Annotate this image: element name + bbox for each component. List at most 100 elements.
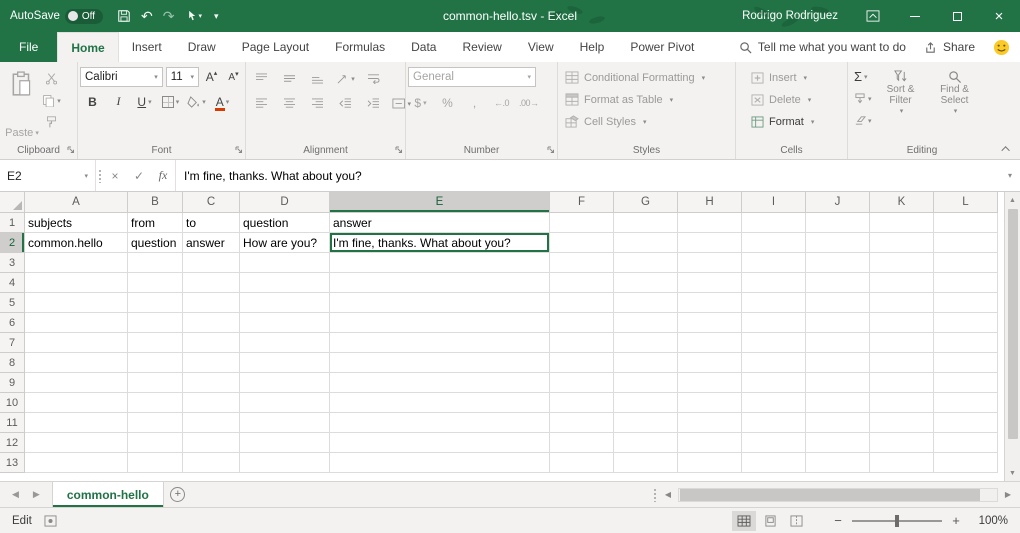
cell-C12[interactable] bbox=[183, 433, 240, 453]
cell-H12[interactable] bbox=[678, 433, 742, 453]
cell-I11[interactable] bbox=[742, 413, 806, 433]
cell-H11[interactable] bbox=[678, 413, 742, 433]
cell-C1[interactable]: to bbox=[183, 213, 240, 233]
cell-B8[interactable] bbox=[128, 353, 183, 373]
column-header-J[interactable]: J bbox=[806, 192, 870, 213]
cell-H5[interactable] bbox=[678, 293, 742, 313]
cell-F3[interactable] bbox=[550, 253, 614, 273]
paste-button[interactable]: Paste▾ bbox=[2, 65, 42, 143]
tab-help[interactable]: Help bbox=[567, 32, 618, 62]
cell-D4[interactable] bbox=[240, 273, 330, 293]
cell-G7[interactable] bbox=[614, 333, 678, 353]
cell-D9[interactable] bbox=[240, 373, 330, 393]
select-all-corner[interactable] bbox=[0, 192, 25, 213]
cell-E12[interactable] bbox=[330, 433, 550, 453]
cell-J1[interactable] bbox=[806, 213, 870, 233]
cell-G10[interactable] bbox=[614, 393, 678, 413]
customize-qat-button[interactable]: ▾ bbox=[212, 11, 219, 22]
scroll-up-arrow[interactable]: ▲ bbox=[1005, 192, 1020, 208]
cell-L9[interactable] bbox=[934, 373, 998, 393]
cell-I12[interactable] bbox=[742, 433, 806, 453]
cell-K8[interactable] bbox=[870, 353, 934, 373]
cell-C10[interactable] bbox=[183, 393, 240, 413]
cell-B10[interactable] bbox=[128, 393, 183, 413]
cell-L12[interactable] bbox=[934, 433, 998, 453]
cell-B5[interactable] bbox=[128, 293, 183, 313]
cell-D1[interactable]: question bbox=[240, 213, 330, 233]
row-header-12[interactable]: 12 bbox=[0, 433, 25, 453]
expand-formula-bar-button[interactable]: ▾ bbox=[1000, 160, 1020, 191]
cell-K6[interactable] bbox=[870, 313, 934, 333]
cell-G12[interactable] bbox=[614, 433, 678, 453]
cell-J4[interactable] bbox=[806, 273, 870, 293]
column-header-I[interactable]: I bbox=[742, 192, 806, 213]
format-cells-button[interactable]: Format▾ bbox=[746, 111, 845, 132]
cell-C5[interactable] bbox=[183, 293, 240, 313]
sheet-tab-common-hello[interactable]: common-hello bbox=[52, 482, 164, 507]
row-header-4[interactable]: 4 bbox=[0, 273, 25, 293]
cell-I2[interactable] bbox=[742, 233, 806, 253]
autosum-button[interactable]: Σ▾ bbox=[850, 67, 872, 86]
cell-K3[interactable] bbox=[870, 253, 934, 273]
cell-C6[interactable] bbox=[183, 313, 240, 333]
cell-I13[interactable] bbox=[742, 453, 806, 473]
cell-A3[interactable] bbox=[25, 253, 128, 273]
italic-button[interactable]: I bbox=[109, 92, 128, 111]
zoom-level[interactable]: 100% bbox=[972, 515, 1008, 527]
cell-A2[interactable]: common.hello bbox=[25, 233, 128, 253]
percent-style-button[interactable]: % bbox=[438, 93, 457, 112]
cell-L8[interactable] bbox=[934, 353, 998, 373]
cell-G3[interactable] bbox=[614, 253, 678, 273]
cell-B7[interactable] bbox=[128, 333, 183, 353]
cell-F1[interactable] bbox=[550, 213, 614, 233]
cell-H10[interactable] bbox=[678, 393, 742, 413]
middle-align-button[interactable] bbox=[280, 69, 299, 88]
cell-H4[interactable] bbox=[678, 273, 742, 293]
cell-L1[interactable] bbox=[934, 213, 998, 233]
tab-view[interactable]: View bbox=[515, 32, 567, 62]
cell-I4[interactable] bbox=[742, 273, 806, 293]
cell-D2[interactable]: How are you? bbox=[240, 233, 330, 253]
cell-J12[interactable] bbox=[806, 433, 870, 453]
cell-A11[interactable] bbox=[25, 413, 128, 433]
increase-font-size-button[interactable]: A▴ bbox=[202, 68, 221, 87]
prev-sheet-button[interactable]: ◀ bbox=[12, 489, 19, 500]
cell-K12[interactable] bbox=[870, 433, 934, 453]
delete-cells-button[interactable]: Delete▾ bbox=[746, 89, 845, 110]
cell-B3[interactable] bbox=[128, 253, 183, 273]
cell-I3[interactable] bbox=[742, 253, 806, 273]
cell-G4[interactable] bbox=[614, 273, 678, 293]
cell-F7[interactable] bbox=[550, 333, 614, 353]
cell-L7[interactable] bbox=[934, 333, 998, 353]
cell-K1[interactable] bbox=[870, 213, 934, 233]
hscroll-left-arrow[interactable]: ◀ bbox=[660, 482, 676, 507]
cell-F5[interactable] bbox=[550, 293, 614, 313]
cancel-entry-button[interactable]: × bbox=[103, 160, 127, 191]
cell-F9[interactable] bbox=[550, 373, 614, 393]
autosave-toggle[interactable]: AutoSave Off bbox=[10, 9, 103, 24]
row-header-2[interactable]: 2 bbox=[0, 233, 25, 253]
zoom-slider-thumb[interactable] bbox=[895, 515, 899, 527]
insert-function-button[interactable]: fx bbox=[151, 160, 175, 191]
user-name[interactable]: Rodrigo Rodriguez bbox=[742, 10, 838, 22]
bold-button[interactable]: B bbox=[83, 92, 102, 111]
cell-F12[interactable] bbox=[550, 433, 614, 453]
page-break-preview-button[interactable] bbox=[784, 511, 808, 531]
row-header-10[interactable]: 10 bbox=[0, 393, 25, 413]
page-layout-view-button[interactable] bbox=[758, 511, 782, 531]
close-button[interactable]: × bbox=[978, 0, 1020, 32]
cell-G1[interactable] bbox=[614, 213, 678, 233]
cell-J13[interactable] bbox=[806, 453, 870, 473]
cell-D10[interactable] bbox=[240, 393, 330, 413]
tab-formulas[interactable]: Formulas bbox=[322, 32, 398, 62]
zoom-in-button[interactable]: + bbox=[950, 513, 962, 528]
cell-K11[interactable] bbox=[870, 413, 934, 433]
normal-view-button[interactable] bbox=[732, 511, 756, 531]
column-header-K[interactable]: K bbox=[870, 192, 934, 213]
formula-input[interactable]: I'm fine, thanks. What about you? bbox=[175, 160, 1000, 191]
cell-I1[interactable] bbox=[742, 213, 806, 233]
cell-L13[interactable] bbox=[934, 453, 998, 473]
cell-E6[interactable] bbox=[330, 313, 550, 333]
tell-me-box[interactable]: Tell me what you want to do bbox=[739, 40, 906, 54]
cell-I6[interactable] bbox=[742, 313, 806, 333]
